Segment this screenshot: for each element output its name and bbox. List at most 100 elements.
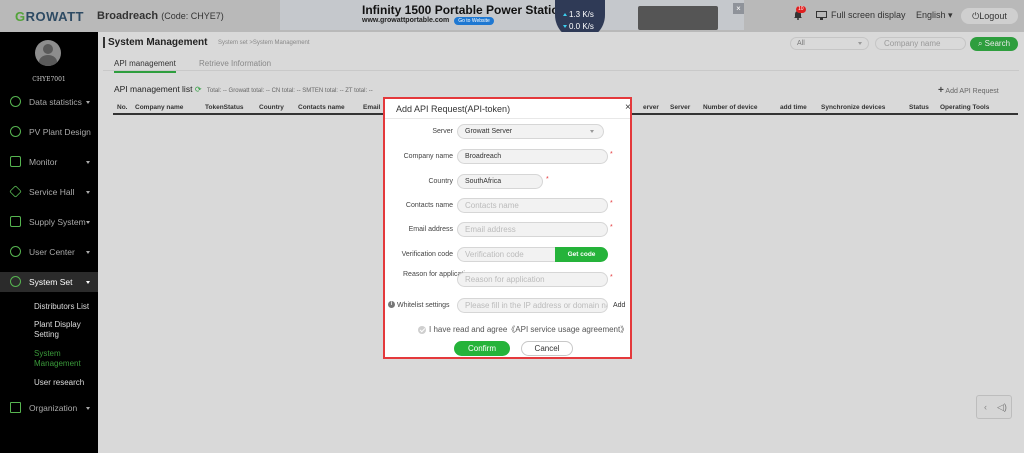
sidebar-item-organization[interactable]: Organization bbox=[0, 398, 98, 418]
whitelist-add-button[interactable]: Add bbox=[613, 302, 625, 309]
reason-row: Reason for application Reason for applic… bbox=[385, 271, 630, 289]
server-row: Server Growatt Server bbox=[385, 123, 630, 141]
cancel-button[interactable]: Cancel bbox=[521, 341, 573, 356]
column-header: Synchronize devices bbox=[821, 104, 886, 111]
company-label: Company name bbox=[403, 153, 453, 160]
sidebar-subitem-plant-display-setting[interactable]: Plant Display Setting bbox=[34, 320, 94, 340]
diamond-icon bbox=[9, 185, 22, 198]
add-api-request-button[interactable]: + Add API Request bbox=[938, 85, 999, 96]
chevron-down-icon bbox=[86, 161, 90, 164]
organization-icon bbox=[10, 402, 21, 413]
tab-retrieve-information[interactable]: Retrieve Information bbox=[199, 59, 271, 68]
notification-bell-icon[interactable]: 10 bbox=[793, 6, 806, 20]
speaker-icon: ◁) bbox=[997, 402, 1007, 412]
check-icon bbox=[418, 325, 426, 334]
country-row: Country SouthAfrica * bbox=[385, 173, 630, 191]
close-icon[interactable]: × bbox=[625, 102, 631, 113]
language-select[interactable]: English ▾ bbox=[916, 10, 953, 21]
sidebar-item-service-hall[interactable]: Service Hall bbox=[0, 182, 98, 202]
page-title: System Management bbox=[103, 37, 207, 48]
sidebar-item-system-set[interactable]: System Set bbox=[0, 272, 98, 292]
sidebar-item-supply-system[interactable]: Supply System bbox=[0, 212, 98, 232]
server-select[interactable]: Growatt Server bbox=[457, 124, 604, 139]
list-title: API management list ⟳ Total: -- Growatt … bbox=[114, 84, 373, 94]
column-header: Contacts name bbox=[298, 104, 345, 111]
column-header: erver bbox=[643, 104, 659, 111]
sidebar-item-pv-plant-design[interactable]: PV Plant Design bbox=[0, 122, 98, 142]
ad-website-button[interactable]: Go to Website bbox=[454, 17, 494, 25]
notification-badge: 10 bbox=[796, 6, 806, 13]
account-code: (Code: CHYE7) bbox=[161, 11, 224, 21]
monitor-icon bbox=[816, 11, 827, 21]
company-search-input[interactable]: Company name bbox=[875, 37, 966, 50]
filter-select[interactable]: All bbox=[790, 37, 869, 50]
column-header: Email bbox=[363, 104, 381, 111]
chevron-down-icon: ▾ bbox=[948, 10, 953, 20]
column-header: add time bbox=[780, 104, 807, 111]
tab-divider bbox=[103, 70, 1019, 71]
required-mark: * bbox=[610, 200, 613, 207]
email-address-input[interactable]: Email address bbox=[457, 222, 608, 237]
voice-assistant-button[interactable]: ‹ ◁) bbox=[976, 395, 1012, 419]
chevron-down-icon bbox=[86, 407, 90, 410]
get-code-button[interactable]: Get code bbox=[555, 247, 608, 262]
column-header: TokenStatus bbox=[205, 104, 244, 111]
account-title: Broadreach (Code: CHYE7) bbox=[97, 10, 224, 22]
refresh-icon[interactable]: ⟳ bbox=[195, 85, 202, 94]
whitelist-input[interactable]: Please fill in the IP address or domain … bbox=[457, 298, 608, 313]
ad-close-icon[interactable]: × bbox=[733, 3, 744, 14]
column-header: Operating Tools bbox=[940, 104, 990, 111]
logout-button[interactable]: ⏻Logout bbox=[961, 8, 1018, 24]
breadcrumb: System set >System Management bbox=[218, 40, 310, 46]
confirm-button[interactable]: Confirm bbox=[454, 341, 510, 356]
verification-code-input[interactable]: Verification code bbox=[457, 247, 560, 262]
search-icon: ⌕ bbox=[977, 39, 983, 48]
required-mark: * bbox=[610, 224, 613, 231]
sidebar-subitem-user-research[interactable]: User research bbox=[34, 378, 84, 388]
chevron-down-icon bbox=[858, 42, 862, 45]
modal-header: Add API Request(API-token) × bbox=[385, 99, 631, 119]
totals-summary: Total: -- Growatt total: -- CN total: --… bbox=[206, 88, 373, 94]
required-mark: * bbox=[610, 274, 613, 281]
reason-input[interactable]: Reason for application bbox=[457, 272, 608, 287]
company-name-input[interactable]: Broadreach bbox=[457, 149, 608, 164]
modal-title: Add API Request(API-token) bbox=[396, 104, 511, 114]
whitelist-row: i Whitelist settings Please fill in the … bbox=[385, 297, 630, 315]
server-label: Server bbox=[432, 128, 453, 135]
solar-panel-icon bbox=[10, 126, 21, 137]
sidebar-subitem-system-management[interactable]: System Management bbox=[34, 349, 94, 369]
chevron-left-icon: ‹ bbox=[984, 402, 987, 412]
verification-row: Verification code Verification code Get … bbox=[385, 246, 630, 264]
growatt-logo[interactable]: GROWATT bbox=[15, 9, 84, 24]
ad-banner[interactable]: Infinity 1500 Portable Power Station www… bbox=[280, 0, 744, 30]
sidebar: CHYE7001 Data statistics PV Plant Design… bbox=[0, 32, 98, 453]
user-icon bbox=[10, 246, 21, 257]
avatar[interactable] bbox=[35, 40, 61, 66]
contacts-row: Contacts name Contacts name * bbox=[385, 197, 630, 215]
country-label: Country bbox=[428, 178, 453, 185]
column-header: Number of device bbox=[703, 104, 758, 111]
chevron-down-icon bbox=[86, 101, 90, 104]
email-row: Email address Email address * bbox=[385, 221, 630, 239]
top-bar: GROWATT Broadreach (Code: CHYE7) Infinit… bbox=[0, 0, 1024, 40]
info-icon[interactable]: i bbox=[388, 301, 395, 308]
chevron-down-icon bbox=[86, 221, 90, 224]
column-header: Company name bbox=[135, 104, 184, 111]
supply-icon bbox=[10, 216, 21, 227]
contacts-name-input[interactable]: Contacts name bbox=[457, 198, 608, 213]
contacts-label: Contacts name bbox=[405, 202, 453, 209]
column-header: No. bbox=[117, 104, 128, 111]
search-button[interactable]: ⌕ Search bbox=[970, 37, 1018, 51]
required-mark: * bbox=[546, 176, 549, 183]
agreement-checkbox[interactable]: I have read and agree《API service usage … bbox=[418, 324, 628, 335]
required-mark: * bbox=[610, 151, 613, 158]
sidebar-subitem-distributors-list[interactable]: Distributors List bbox=[34, 302, 89, 312]
sidebar-item-monitor[interactable]: Monitor bbox=[0, 152, 98, 172]
chevron-down-icon bbox=[86, 251, 90, 254]
sidebar-item-data-statistics[interactable]: Data statistics bbox=[0, 92, 98, 112]
country-select[interactable]: SouthAfrica bbox=[457, 174, 543, 189]
verification-label: Verification code bbox=[401, 251, 453, 258]
username: CHYE7001 bbox=[32, 76, 66, 83]
fullscreen-button[interactable]: Full screen display bbox=[816, 10, 906, 21]
sidebar-item-user-center[interactable]: User Center bbox=[0, 242, 98, 262]
